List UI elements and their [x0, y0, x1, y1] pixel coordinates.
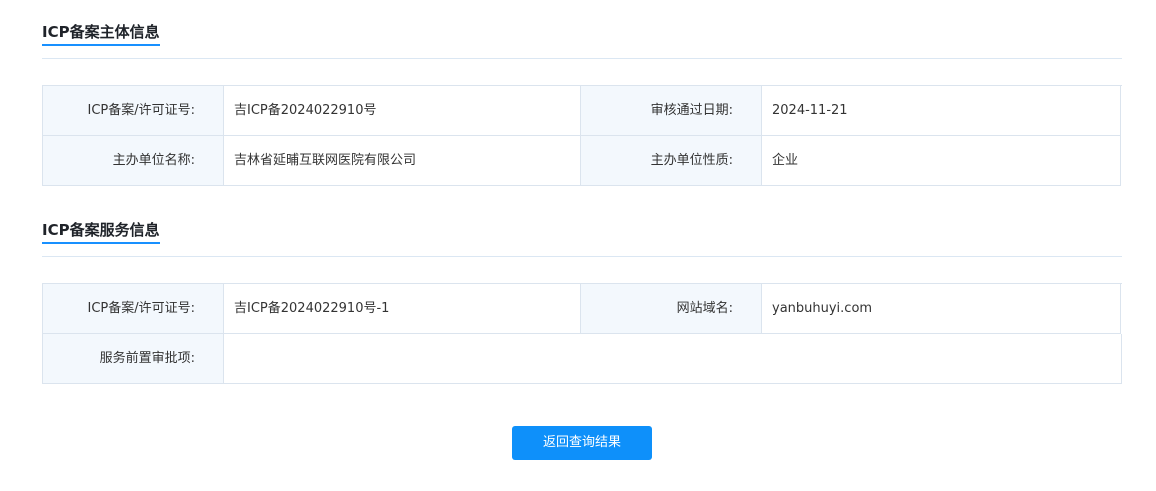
- organizer-type-value: 企业: [762, 136, 1121, 186]
- approval-date-label: 审核通过日期:: [581, 86, 762, 136]
- table-row: 主办单位名称: 吉林省延晡互联网医院有限公司 主办单位性质: 企业: [43, 136, 1122, 186]
- organizer-name-value: 吉林省延晡互联网医院有限公司: [224, 136, 581, 186]
- subject-info-table: ICP备案/许可证号: 吉ICP备2024022910号 审核通过日期: 202…: [42, 85, 1122, 186]
- service-info-table: ICP备案/许可证号: 吉ICP备2024022910号-1 网站域名: yan…: [42, 283, 1122, 384]
- website-domain-label: 网站域名:: [581, 284, 762, 334]
- pre-approval-value: [224, 334, 1122, 384]
- pre-approval-label: 服务前置审批项:: [43, 334, 224, 384]
- table-row: 服务前置审批项:: [43, 334, 1122, 384]
- table-row: ICP备案/许可证号: 吉ICP备2024022910号-1 网站域名: yan…: [43, 284, 1122, 334]
- section-divider: [42, 58, 1122, 59]
- organizer-name-label: 主办单位名称:: [43, 136, 224, 186]
- table-row: ICP备案/许可证号: 吉ICP备2024022910号 审核通过日期: 202…: [43, 86, 1122, 136]
- section-divider: [42, 256, 1122, 257]
- back-to-results-button[interactable]: 返回查询结果: [512, 426, 652, 460]
- website-domain-value: yanbuhuyi.com: [762, 284, 1121, 334]
- service-section-title: ICP备案服务信息: [42, 216, 160, 244]
- organizer-type-label: 主办单位性质:: [581, 136, 762, 186]
- service-icp-license-label: ICP备案/许可证号:: [43, 284, 224, 334]
- subject-section-title: ICP备案主体信息: [42, 18, 160, 46]
- service-icp-license-value: 吉ICP备2024022910号-1: [224, 284, 581, 334]
- icp-license-value: 吉ICP备2024022910号: [224, 86, 581, 136]
- icp-license-label: ICP备案/许可证号:: [43, 86, 224, 136]
- approval-date-value: 2024-11-21: [762, 86, 1121, 136]
